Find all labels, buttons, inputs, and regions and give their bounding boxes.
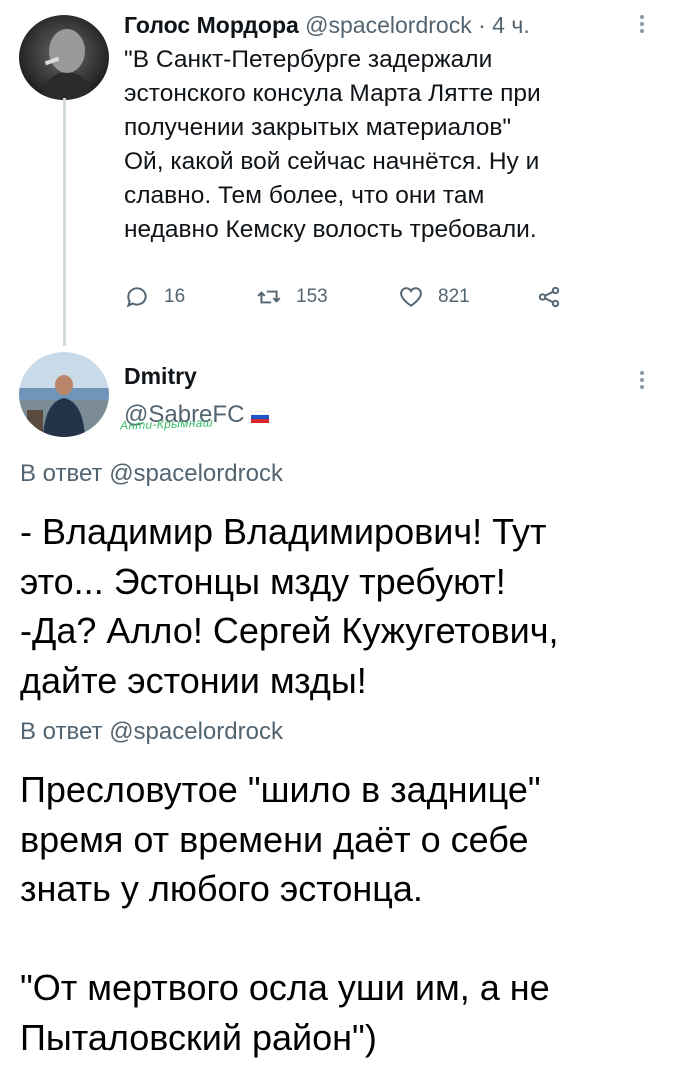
reply-to-prefix: В ответ xyxy=(20,718,103,745)
avatar-golos-mordora[interactable] xyxy=(19,15,109,100)
tweet2-reply-to: В ответ @spacelordrock xyxy=(20,460,283,488)
tweet1-text: "В Санкт-Петербурге задержали эстонского… xyxy=(124,46,541,243)
more-icon[interactable] xyxy=(640,368,644,392)
reply-count: 16 xyxy=(164,286,186,307)
watermark-text: Анти-Крымнаш xyxy=(119,415,214,433)
retweet-button[interactable]: 153 xyxy=(256,284,328,310)
tweet1-timestamp[interactable]: 4 ч. xyxy=(492,12,530,38)
share-button[interactable] xyxy=(536,284,562,310)
tweet2-text: - Владимир Владимирович! Тут это... Эсто… xyxy=(20,511,559,701)
share-icon xyxy=(538,286,560,308)
tweet2-author-name[interactable]: Dmitry xyxy=(124,363,197,390)
thread-line xyxy=(63,98,66,346)
more-icon[interactable] xyxy=(640,12,644,36)
retweet-count: 153 xyxy=(296,286,328,307)
reply-button[interactable]: 16 xyxy=(124,284,185,310)
retweet-icon xyxy=(257,290,281,304)
tweet3-text: Пресловутое "шило в заднице" время от вр… xyxy=(20,769,550,1058)
tweet1-author-handle[interactable]: @spacelordrock xyxy=(305,12,472,38)
like-count: 821 xyxy=(438,286,470,307)
reply-to-mention[interactable]: @spacelordrock xyxy=(109,718,283,745)
reply-to-prefix: В ответ xyxy=(20,460,103,487)
avatar-dmitry[interactable] xyxy=(19,352,109,437)
tweet1-header: Голос Мордора @spacelordrock · 4 ч. xyxy=(124,12,530,39)
heart-icon xyxy=(400,287,422,307)
tweet1-author-name[interactable]: Голос Мордора xyxy=(124,12,299,38)
tweet3-reply-to: В ответ @spacelordrock xyxy=(20,718,283,746)
like-button[interactable]: 821 xyxy=(398,284,470,310)
reply-to-mention[interactable]: @spacelordrock xyxy=(109,460,283,487)
russian-flag-icon xyxy=(250,410,270,423)
tweet1-separator: · xyxy=(478,12,486,38)
comment-icon xyxy=(126,287,147,308)
